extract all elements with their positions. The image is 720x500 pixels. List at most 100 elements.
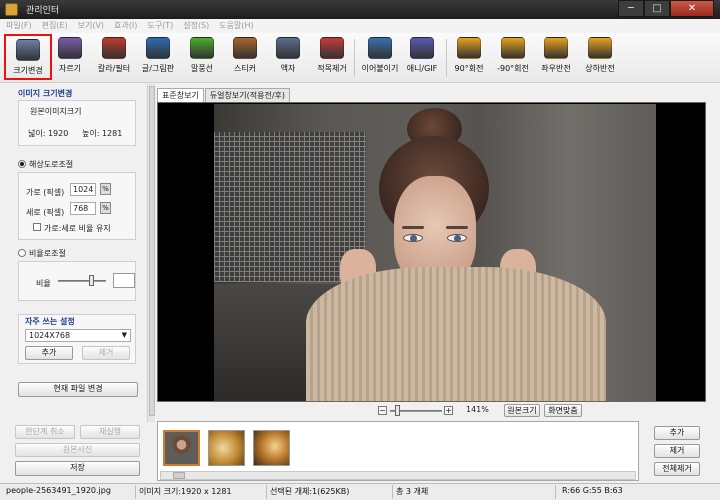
text-paint-icon — [146, 37, 170, 59]
redo-button[interactable]: 재실행 — [80, 425, 140, 439]
add-image-button[interactable]: 추가 — [654, 426, 700, 440]
status-selected: 선택된 개체:1(625KB) — [270, 487, 350, 496]
original-size-button[interactable]: 원본크기 — [504, 404, 540, 417]
title-bar: 관리인터 ─ □ ✕ — [0, 0, 720, 19]
apply-current-file-button[interactable]: 현재 파일 변경 — [18, 382, 138, 397]
rotate-right-icon — [457, 37, 481, 59]
tool-rotate-left[interactable]: -90°회전 — [489, 34, 537, 80]
width-input[interactable]: 1024 — [70, 183, 96, 196]
zoom-in-button[interactable]: + — [444, 406, 453, 415]
rotate-left-icon — [501, 37, 525, 59]
height-label: 세로 (픽셀) — [26, 208, 65, 217]
keep-ratio-checkbox[interactable] — [33, 223, 41, 231]
menu-effects[interactable]: 효과(I) — [114, 19, 137, 33]
thumbnail-2[interactable] — [208, 430, 245, 466]
tool-speech-bubble[interactable]: 말풍선 — [178, 34, 226, 80]
scrollbar-thumb[interactable] — [173, 472, 185, 479]
flip-horizontal-icon — [544, 37, 568, 59]
ratio-label: 비율 — [36, 279, 51, 288]
menu-file[interactable]: 파일(F) — [6, 19, 32, 33]
zoom-level: 141% — [466, 405, 489, 414]
tool-color-filter[interactable]: 칼라/필터 — [90, 34, 138, 80]
status-pixel-color: R:66 G:55 B:63 — [562, 486, 623, 495]
menu-bar: 파일(F) 편집(E) 보기(V) 효과(I) 도구(T) 설정(S) 도움말(… — [0, 19, 720, 33]
left-panel-scrollbar[interactable] — [147, 84, 155, 422]
tool-sticker[interactable]: 스티커 — [221, 34, 269, 80]
tool-flip-vertical[interactable]: 상하반전 — [576, 34, 624, 80]
tool-text-paint[interactable]: 글/그림판 — [134, 34, 182, 80]
tool-red-eye[interactable]: 적목제거 — [308, 34, 356, 80]
tab-dual-view[interactable]: 듀얼창보기(적용전/후) — [204, 88, 290, 103]
app-icon — [5, 3, 18, 16]
merge-icon — [368, 37, 392, 59]
ratio-radio[interactable] — [18, 249, 26, 257]
maximize-button[interactable]: □ — [644, 0, 670, 17]
original-size-label: 원본이미지크기 — [30, 107, 82, 116]
menu-help[interactable]: 도움말(H) — [219, 19, 253, 33]
height-lock-button[interactable]: % — [100, 202, 111, 214]
thumbnail-3[interactable] — [253, 430, 290, 466]
width-lock-button[interactable]: % — [100, 183, 111, 195]
menu-view[interactable]: 보기(V) — [78, 19, 104, 33]
tool-flip-horizontal[interactable]: 좌우반전 — [532, 34, 580, 80]
remove-preset-button[interactable]: 제거 — [82, 346, 130, 360]
image-viewer[interactable] — [157, 102, 706, 402]
fit-screen-button[interactable]: 화면맞춤 — [544, 404, 582, 417]
ratio-slider-thumb[interactable] — [89, 275, 94, 286]
original-width: 넓이: 1920 — [28, 129, 69, 138]
flip-vertical-icon — [588, 37, 612, 59]
tool-crop[interactable]: 자르기 — [46, 34, 94, 80]
tool-rotate-right[interactable]: 90°회전 — [445, 34, 493, 80]
thumbnail-1[interactable] — [163, 430, 200, 466]
view-tabs: 표준창보기 듀얼창보기(적용전/후) — [157, 88, 291, 103]
preset-select[interactable]: 1024X768 ▼ — [25, 329, 131, 342]
original-photo-button[interactable]: 원본사진 — [15, 443, 140, 457]
sticker-icon — [233, 37, 257, 59]
status-bar: people-2563491_1920.jpg 이미지 크기:1920 x 12… — [0, 483, 720, 500]
red-eye-icon — [320, 37, 344, 59]
tool-resize[interactable]: 크기변경 — [4, 34, 52, 80]
remove-image-button[interactable]: 제거 — [654, 444, 700, 458]
add-preset-button[interactable]: 추가 — [25, 346, 73, 360]
toolbar: 크기변경 자르기 칼라/필터 글/그림판 말풍선 스티커 액자 적목제거 이어붙… — [0, 33, 720, 83]
width-label: 가로 (픽셀) — [26, 188, 65, 197]
remove-all-button[interactable]: 전체제거 — [654, 462, 700, 476]
presets-title: 자주 쓰는 설정 — [25, 317, 75, 326]
speech-bubble-icon — [190, 37, 214, 59]
tool-gif[interactable]: 애니/GIF — [398, 34, 446, 80]
minimize-button[interactable]: ─ — [618, 0, 644, 17]
tab-standard-view[interactable]: 표준창보기 — [157, 88, 204, 103]
preview-photo — [214, 104, 656, 401]
ratio-value-box[interactable] — [113, 273, 135, 288]
menu-settings[interactable]: 설정(S) — [183, 19, 209, 33]
close-button[interactable]: ✕ — [670, 0, 714, 17]
toolbar-separator — [354, 39, 355, 77]
section-title: 이미지 크기변경 — [18, 89, 73, 98]
frame-icon — [276, 37, 300, 59]
ratio-slider-track[interactable] — [58, 280, 106, 282]
thumbnail-scrollbar[interactable] — [160, 471, 636, 480]
original-height: 높이: 1281 — [82, 129, 123, 138]
keep-ratio-label: 가로:세로 비율 유지 — [44, 224, 111, 233]
resize-panel: 이미지 크기변경 원본이미지크기 넓이: 1920 높이: 1281 해상도로조… — [0, 84, 146, 400]
zoom-out-button[interactable]: − — [378, 406, 387, 415]
save-button[interactable]: 저장 — [15, 461, 140, 476]
status-filename: people-2563491_1920.jpg — [6, 486, 111, 495]
menu-edit[interactable]: 편집(E) — [42, 19, 68, 33]
zoom-controls: − + 141% 원본크기 화면맞춤 — [378, 404, 678, 418]
tool-frame[interactable]: 액자 — [264, 34, 312, 80]
ratio-mode-label: 비율로조절 — [29, 249, 66, 258]
resolution-radio[interactable] — [18, 160, 26, 168]
status-image-size: 이미지 크기:1920 x 1281 — [139, 487, 232, 496]
color-filter-icon — [102, 37, 126, 59]
resize-icon — [16, 39, 40, 61]
chevron-down-icon: ▼ — [121, 331, 127, 339]
tool-merge[interactable]: 이어붙이기 — [356, 34, 404, 80]
thumbnail-strip — [157, 421, 639, 481]
undo-button[interactable]: 한단계 취소 — [15, 425, 75, 439]
zoom-slider-thumb[interactable] — [395, 405, 400, 416]
scrollbar-thumb[interactable] — [149, 86, 155, 416]
window-title: 관리인터 — [26, 6, 60, 16]
menu-tools[interactable]: 도구(T) — [147, 19, 173, 33]
height-input[interactable]: 768 — [70, 202, 96, 215]
